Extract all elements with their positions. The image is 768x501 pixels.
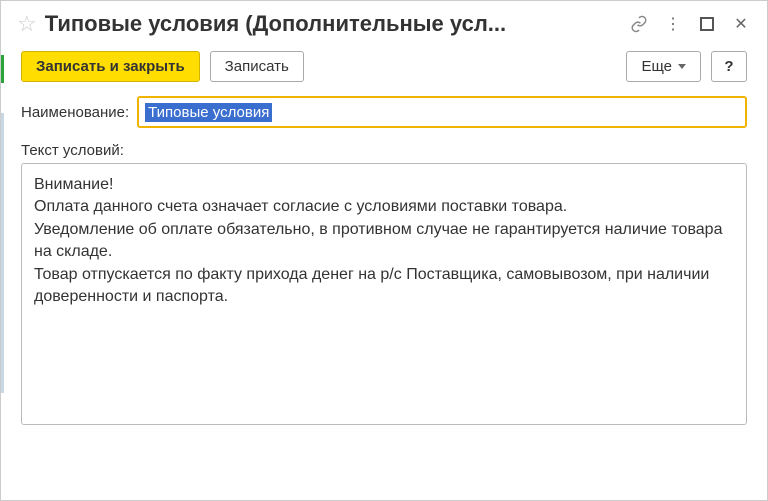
more-button[interactable]: Еще — [626, 51, 701, 82]
close-button[interactable]: ✕ — [731, 14, 751, 34]
conditions-label: Текст условий: — [21, 142, 747, 159]
help-button[interactable]: ? — [711, 51, 747, 82]
link-icon[interactable] — [629, 14, 649, 34]
chevron-down-icon — [678, 64, 686, 69]
name-label: Наименование: — [21, 104, 129, 121]
conditions-textarea[interactable] — [21, 163, 747, 425]
name-input-selection: Типовые условия — [145, 103, 272, 122]
window-title: Типовые условия (Дополнительные усл... — [45, 11, 611, 37]
conditions-wrap — [21, 163, 747, 428]
title-controls: ⋮ ✕ — [629, 14, 751, 34]
name-input[interactable]: Типовые условия — [137, 96, 747, 128]
name-row: Наименование: Типовые условия — [21, 96, 747, 128]
more-button-label: Еще — [641, 58, 672, 75]
favorite-star-icon[interactable]: ☆ — [17, 13, 37, 35]
dialog-window: ☆ Типовые условия (Дополнительные усл...… — [0, 0, 768, 501]
decor-left-blue — [1, 113, 4, 393]
kebab-menu-icon[interactable]: ⋮ — [663, 14, 683, 34]
decor-left-green — [1, 55, 4, 83]
save-and-close-button[interactable]: Записать и закрыть — [21, 51, 200, 82]
save-button[interactable]: Записать — [210, 51, 304, 82]
form-area: Наименование: Типовые условия Текст усло… — [1, 92, 767, 444]
toolbar: Записать и закрыть Записать Еще ? — [1, 43, 767, 92]
maximize-button[interactable] — [697, 14, 717, 34]
titlebar: ☆ Типовые условия (Дополнительные усл...… — [1, 1, 767, 43]
